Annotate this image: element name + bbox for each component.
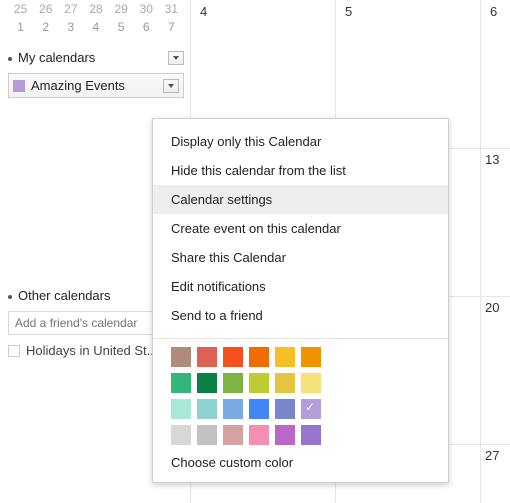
mini-cal-row: 1234567 xyxy=(8,18,184,36)
color-swatch[interactable] xyxy=(249,347,269,367)
calendar-context-menu: Display only this CalendarHide this cale… xyxy=(152,118,449,483)
color-picker xyxy=(153,347,448,445)
menu-item[interactable]: Hide this calendar from the list xyxy=(153,156,448,185)
section-label: My calendars xyxy=(18,50,95,65)
color-swatch[interactable] xyxy=(197,425,217,445)
color-swatch[interactable] xyxy=(171,347,191,367)
calendar-name: Amazing Events xyxy=(31,78,125,93)
color-swatch[interactable] xyxy=(171,425,191,445)
checkbox-icon[interactable] xyxy=(8,345,20,357)
choose-custom-color[interactable]: Choose custom color xyxy=(153,445,448,474)
menu-item[interactable]: Edit notifications xyxy=(153,272,448,301)
color-swatch[interactable] xyxy=(301,347,321,367)
color-swatch[interactable] xyxy=(223,399,243,419)
mini-cal-row: 25262728293031 xyxy=(8,0,184,18)
color-swatch[interactable] xyxy=(197,347,217,367)
section-label: Other calendars xyxy=(18,288,111,303)
color-swatch[interactable] xyxy=(249,373,269,393)
my-calendars-section[interactable]: My calendars xyxy=(8,50,184,65)
color-swatch[interactable] xyxy=(275,399,295,419)
color-swatch[interactable] xyxy=(223,373,243,393)
color-swatch[interactable] xyxy=(301,373,321,393)
menu-item[interactable]: Share this Calendar xyxy=(153,243,448,272)
my-calendars-dropdown[interactable] xyxy=(168,51,184,65)
calendar-item[interactable]: Amazing Events xyxy=(8,73,184,98)
day-number[interactable]: 27 xyxy=(485,448,499,463)
menu-item[interactable]: Create event on this calendar xyxy=(153,214,448,243)
color-swatch[interactable] xyxy=(171,399,191,419)
calendar-item-dropdown[interactable] xyxy=(163,79,179,93)
mini-calendar: 25262728293031 1234567 xyxy=(8,0,184,36)
menu-item[interactable]: Display only this Calendar xyxy=(153,127,448,156)
color-swatch[interactable] xyxy=(249,399,269,419)
color-swatch[interactable] xyxy=(171,373,191,393)
color-swatch[interactable] xyxy=(275,373,295,393)
chevron-down-icon xyxy=(168,84,174,88)
color-swatch[interactable] xyxy=(301,399,321,419)
holiday-label: Holidays in United St.. xyxy=(26,343,154,358)
day-number[interactable]: 6 xyxy=(490,4,497,19)
chevron-down-icon xyxy=(173,56,179,60)
calendar-color-swatch xyxy=(13,80,25,92)
color-swatch[interactable] xyxy=(197,373,217,393)
color-swatch[interactable] xyxy=(249,425,269,445)
menu-item[interactable]: Send to a friend xyxy=(153,301,448,330)
color-swatch[interactable] xyxy=(275,347,295,367)
color-swatch[interactable] xyxy=(223,347,243,367)
menu-item[interactable]: Calendar settings xyxy=(153,185,448,214)
menu-separator xyxy=(153,338,448,339)
color-swatch[interactable] xyxy=(301,425,321,445)
day-number[interactable]: 4 xyxy=(200,4,207,19)
color-swatch[interactable] xyxy=(223,425,243,445)
day-number[interactable]: 5 xyxy=(345,4,352,19)
color-swatch[interactable] xyxy=(275,425,295,445)
day-number[interactable]: 20 xyxy=(485,300,499,315)
color-swatch[interactable] xyxy=(197,399,217,419)
day-number[interactable]: 13 xyxy=(485,152,499,167)
